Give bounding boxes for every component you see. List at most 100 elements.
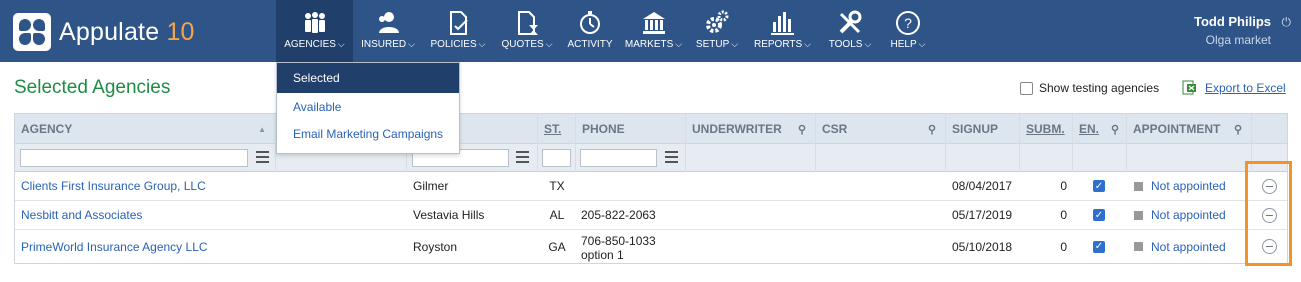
- page-title: Selected Agencies: [14, 77, 171, 98]
- signup-cell: 05/10/2018: [952, 239, 1013, 254]
- nav-agencies[interactable]: AGENCIES ⌵: [276, 0, 353, 62]
- column-header-state[interactable]: ST.: [538, 114, 576, 144]
- filter-menu-icon[interactable]: [665, 151, 678, 163]
- filter-menu-icon[interactable]: [516, 151, 529, 163]
- nav-label: INSURED: [361, 39, 407, 50]
- user-market: Olga market: [1205, 33, 1271, 47]
- agency-link[interactable]: Clients First Insurance Group, LLC: [21, 172, 206, 200]
- nav-tools[interactable]: TOOLS ⌵: [819, 0, 881, 62]
- subm-cell: 0: [1060, 179, 1067, 193]
- menu-item-available[interactable]: Available: [277, 93, 459, 120]
- chevron-down-icon: ⌵: [804, 39, 811, 49]
- chevron-down-icon: ⌵: [675, 39, 683, 49]
- appointment-cell[interactable]: Not appointed: [1134, 201, 1226, 229]
- enabled-checkbox[interactable]: ✓: [1093, 201, 1105, 229]
- filter-funnel-icon: ⚲: [797, 123, 806, 136]
- agencies-dropdown-menu: Selected Available Email Marketing Campa…: [276, 62, 460, 154]
- enabled-checkbox[interactable]: ✓: [1093, 230, 1105, 263]
- main-menu: AGENCIES ⌵ INSURED ⌵ POLICIES ⌵ QUOTES ⌵ ACT…: [276, 0, 935, 62]
- menu-item-email-marketing-campaigns[interactable]: Email Marketing Campaigns: [277, 120, 459, 147]
- column-header-en[interactable]: EN. ⚲: [1073, 114, 1127, 144]
- chevron-down-icon: ⌵: [731, 39, 739, 49]
- nav-label: SETUP: [695, 39, 730, 50]
- user-name: Todd Philips: [1193, 14, 1271, 29]
- excel-icon: [1182, 80, 1196, 95]
- status-square-icon: [1134, 181, 1143, 191]
- table-row[interactable]: PrimeWorld Insurance Agency LLC Royston …: [15, 230, 1287, 263]
- state-filter-input[interactable]: [542, 149, 571, 167]
- agencies-icon: [304, 12, 325, 33]
- nav-reports[interactable]: REPORTS ⌵: [746, 0, 819, 62]
- column-header-signup[interactable]: SIGNUP: [946, 114, 1020, 144]
- nav-label: POLICIES: [430, 39, 477, 50]
- nav-activity[interactable]: ACTIVITY: [561, 0, 619, 62]
- status-square-icon: [1134, 242, 1143, 251]
- export-to-excel-link[interactable]: Export to Excel: [1182, 80, 1286, 95]
- svg-text:?: ?: [904, 15, 912, 31]
- phone-cell: 706-850-1033 option 1: [581, 234, 656, 262]
- sort-asc-icon: ▲: [258, 124, 266, 134]
- table-row[interactable]: Clients First Insurance Group, LLC Gilme…: [15, 172, 1287, 201]
- table-row[interactable]: Nesbitt and Associates Vestavia Hills AL…: [15, 201, 1287, 230]
- agency-link[interactable]: Nesbitt and Associates: [21, 201, 142, 229]
- tools-icon: [839, 10, 862, 34]
- show-testing-agencies-toggle[interactable]: Show testing agencies: [1020, 81, 1159, 95]
- chevron-down-icon: ⌵: [545, 39, 553, 49]
- policies-icon: [450, 11, 468, 35]
- activity-icon: [580, 11, 600, 34]
- state-cell: TX: [549, 179, 565, 193]
- nav-label: ACTIVITY: [567, 39, 613, 50]
- checkbox[interactable]: [1020, 81, 1033, 95]
- city-cell: Vestavia Hills: [413, 208, 485, 222]
- nav-setup[interactable]: SETUP ⌵: [688, 0, 746, 62]
- appointment-cell[interactable]: Not appointed: [1134, 230, 1226, 263]
- markets-icon: [642, 12, 665, 34]
- column-header-csr[interactable]: CSR ⚲: [816, 114, 946, 144]
- chevron-down-icon: ⌵: [337, 39, 345, 49]
- reports-icon: [770, 12, 794, 35]
- signup-cell: 05/17/2019: [952, 208, 1013, 222]
- column-header-phone[interactable]: PHONE: [576, 114, 686, 144]
- power-icon[interactable]: ⏻: [1282, 15, 1292, 30]
- state-cell: GA: [548, 239, 566, 254]
- filter-funnel-icon: ⚲: [1110, 123, 1119, 136]
- column-header-subm[interactable]: SUBM.: [1020, 114, 1073, 144]
- agency-link[interactable]: PrimeWorld Insurance Agency LLC: [21, 230, 208, 263]
- clover-logo-icon: [13, 13, 51, 51]
- column-header-appointment[interactable]: APPOINTMENT ⚲: [1127, 114, 1252, 144]
- appointment-cell[interactable]: Not appointed: [1134, 172, 1226, 200]
- subm-cell: 0: [1060, 208, 1067, 222]
- signup-cell: 08/04/2017: [952, 179, 1013, 193]
- help-icon: ?: [896, 11, 920, 35]
- nav-help[interactable]: ? HELP ⌵: [881, 0, 935, 62]
- insured-icon: [379, 12, 399, 33]
- status-square-icon: [1134, 210, 1143, 220]
- chevron-down-icon: ⌵: [408, 39, 415, 49]
- subm-cell: 0: [1060, 239, 1067, 254]
- nav-label: QUOTES: [501, 39, 544, 50]
- column-header-underwriter[interactable]: UNDERWRITER ⚲: [686, 114, 816, 144]
- nav-insured[interactable]: INSURED ⌵: [353, 0, 423, 62]
- nav-label: MARKETS: [624, 39, 674, 50]
- state-cell: AL: [549, 208, 565, 222]
- nav-markets[interactable]: MARKETS ⌵: [619, 0, 688, 62]
- top-navigation-bar: Appulate 10 AGENCIES ⌵ INSURED ⌵ POLICIES ⌵…: [0, 0, 1301, 62]
- city-cell: Gilmer: [413, 179, 449, 193]
- export-label: Export to Excel: [1205, 80, 1286, 95]
- enabled-checkbox[interactable]: ✓: [1093, 172, 1105, 200]
- nav-policies[interactable]: POLICIES ⌵: [423, 0, 493, 62]
- chevron-down-icon: ⌵: [864, 39, 872, 49]
- filter-menu-icon[interactable]: [256, 151, 269, 163]
- show-testing-label: Show testing agencies: [1039, 81, 1160, 95]
- app-logo[interactable]: Appulate 10: [13, 13, 195, 51]
- app-name: Appulate 10: [59, 17, 195, 46]
- nav-quotes[interactable]: QUOTES ⌵: [493, 0, 561, 62]
- agency-filter-input[interactable]: [20, 149, 248, 167]
- user-menu[interactable]: Todd Philips Olga market: [1194, 14, 1271, 47]
- filter-funnel-icon: ⚲: [927, 123, 936, 136]
- menu-item-selected[interactable]: Selected: [277, 63, 459, 93]
- city-cell: Royston: [413, 239, 458, 254]
- column-header-agency[interactable]: AGENCY ▲: [15, 114, 276, 144]
- phone-filter-input[interactable]: [580, 149, 657, 167]
- quotes-icon: [518, 11, 538, 35]
